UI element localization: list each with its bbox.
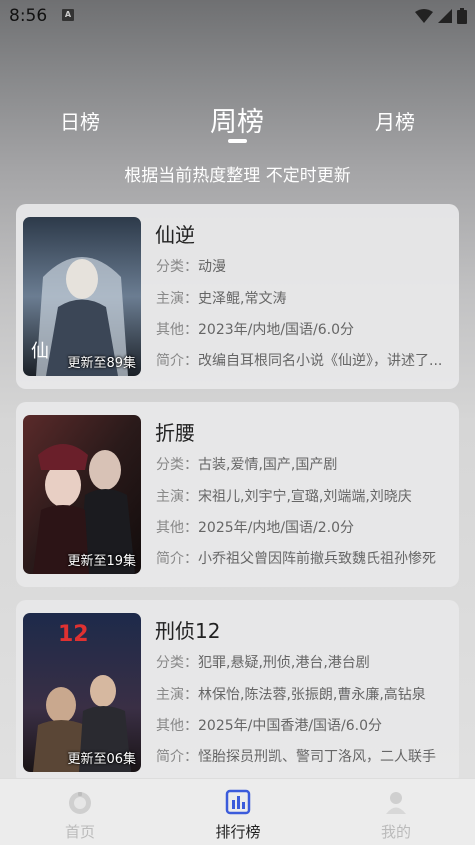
show-title[interactable]: 刑侦12	[155, 615, 220, 644]
battery-icon	[457, 8, 467, 24]
ranking-chart-icon	[225, 789, 251, 815]
status-icons	[415, 8, 467, 24]
svg-text:仙: 仙	[31, 341, 49, 362]
nav-ranking[interactable]: 排行榜	[198, 789, 278, 842]
show-other: 其他：2025年/中国香港/国语/6.0分	[156, 718, 383, 734]
nav-home[interactable]: 首页	[40, 789, 120, 842]
show-poster[interactable]: 更新至19集	[23, 415, 141, 574]
status-time: 8:56	[9, 6, 48, 26]
tab-indicator	[228, 139, 247, 143]
show-category: 分类：犯罪,悬疑,刑侦,港台,港台剧	[156, 655, 370, 671]
ranking-list[interactable]: 仙 更新至89集 仙逆 分类：动漫 主演：史泽鲲,常文涛 其他：2023年/内地…	[16, 204, 459, 778]
show-poster[interactable]: 仙 更新至89集	[23, 217, 141, 376]
show-cast: 主演：林保怡,陈法蓉,张振朗,曹永廉,高钻泉	[156, 687, 426, 703]
show-cast: 主演：史泽鲲,常文涛	[156, 291, 287, 307]
tab-weekly[interactable]: 周榜	[210, 100, 264, 139]
show-category: 分类：动漫	[156, 259, 226, 275]
show-title[interactable]: 折腰	[155, 417, 195, 446]
show-title[interactable]: 仙逆	[155, 219, 195, 248]
nav-mine[interactable]: 我的	[356, 789, 436, 842]
nav-mine-label: 我的	[380, 823, 411, 841]
wifi-icon	[415, 9, 433, 23]
episode-label: 更新至19集	[67, 554, 136, 569]
show-intro: 简介：改编自耳根同名小说《仙逆》，讲述了...	[156, 353, 443, 369]
app-notification-icon: A	[62, 9, 74, 21]
show-card[interactable]: 更新至19集 折腰 分类：古装,爱情,国产,国产剧 主演：宋祖儿,刘宇宁,宣璐,…	[16, 402, 459, 587]
show-card[interactable]: 仙 更新至89集 仙逆 分类：动漫 主演：史泽鲲,常文涛 其他：2023年/内地…	[16, 204, 459, 389]
tab-monthly[interactable]: 月榜	[375, 106, 415, 135]
signal-icon	[438, 9, 452, 23]
status-bar: 8:56 A	[0, 0, 475, 32]
show-card[interactable]: 12 更新至06集 刑侦12 分类：犯罪,悬疑,刑侦,港台,港台剧 主演：林保怡…	[16, 600, 459, 778]
svg-text:12: 12	[58, 622, 89, 647]
nav-home-label: 首页	[64, 823, 95, 841]
bottom-nav: 首页 排行榜 我的	[0, 778, 475, 845]
show-intro: 简介：小乔祖父曾因阵前撤兵致魏氏祖孙惨死	[156, 551, 436, 567]
profile-icon	[386, 792, 406, 814]
show-other: 其他：2023年/内地/国语/6.0分	[156, 322, 355, 338]
home-icon	[69, 792, 91, 814]
show-category: 分类：古装,爱情,国产,国产剧	[156, 457, 338, 473]
show-intro: 简介：怪胎探员刑凯、警司丁洛风，二人联手	[156, 749, 436, 765]
show-cast: 主演：宋祖儿,刘宇宁,宣璐,刘端端,刘晓庆	[156, 489, 412, 505]
show-poster[interactable]: 12 更新至06集	[23, 613, 141, 772]
episode-label: 更新至89集	[67, 356, 136, 371]
ranking-subtitle: 根据当前热度整理 不定时更新	[124, 166, 351, 186]
ranking-tabs: 日榜 周榜 月榜	[0, 96, 475, 146]
nav-ranking-label: 排行榜	[215, 823, 261, 841]
show-other: 其他：2025年/内地/国语/2.0分	[156, 520, 355, 536]
episode-label: 更新至06集	[67, 752, 136, 767]
tab-daily[interactable]: 日榜	[60, 106, 100, 135]
